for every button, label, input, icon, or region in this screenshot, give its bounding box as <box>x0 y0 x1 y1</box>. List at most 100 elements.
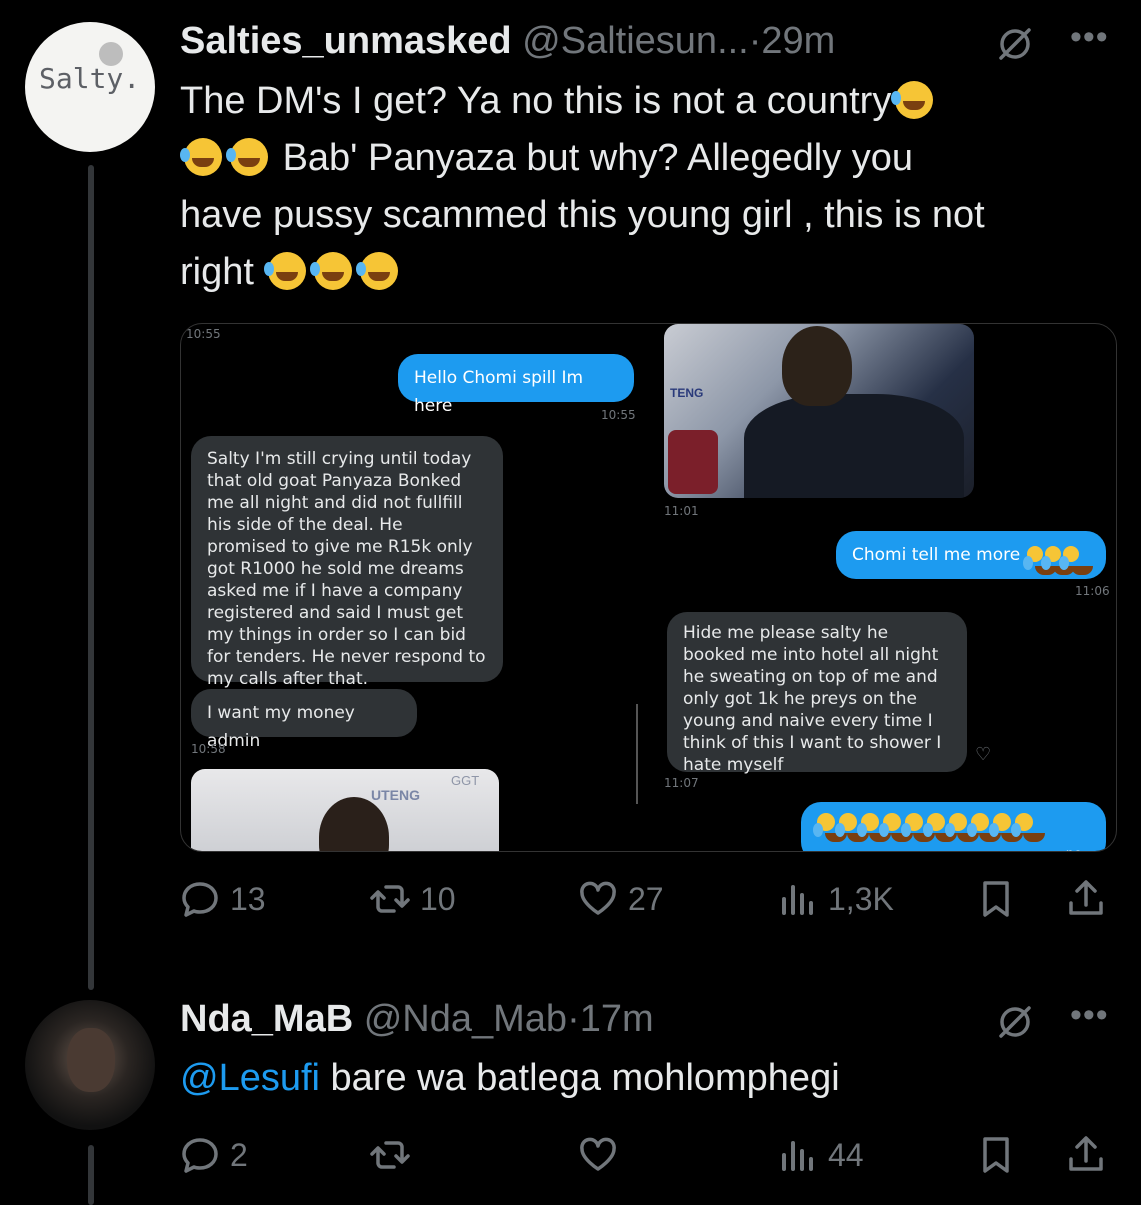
timestamp[interactable]: 29m <box>761 20 835 62</box>
views-count: 1,3K <box>828 880 894 917</box>
tweet-header: Salties_unmasked @Saltiesun...·29m <box>180 20 835 63</box>
reply-count: 2 <box>230 1136 248 1173</box>
dm-message-text: Chomi tell me more <box>852 545 1021 565</box>
flushed-emoji-icon <box>1058 546 1093 575</box>
rofl-emoji-icon <box>857 813 891 842</box>
photo-label: TENG <box>670 386 704 400</box>
tweet-actions: 2 44 <box>180 1133 1110 1177</box>
rofl-emoji-icon <box>923 813 957 842</box>
bookmark-button[interactable] <box>976 877 1016 921</box>
reply-icon <box>182 1138 218 1173</box>
photo-label: UTENG <box>371 787 420 803</box>
like-button[interactable] <box>578 1133 618 1177</box>
retweet-icon <box>370 1141 410 1169</box>
bookmark-button[interactable] <box>976 1133 1016 1177</box>
status-time: 10:55 <box>186 327 221 341</box>
more-icon[interactable]: ••• <box>1070 996 1109 1035</box>
rofl-emoji-icon <box>989 813 1023 842</box>
rofl-emoji-icon <box>180 138 222 176</box>
bookmark-icon <box>983 1137 1009 1173</box>
views-count: 44 <box>828 1136 864 1173</box>
photo-tag: GGT <box>451 773 480 788</box>
tweet-text: The DM's I get? Ya no this is not a coun… <box>180 73 1130 301</box>
share-button[interactable] <box>1066 1133 1106 1177</box>
dm-timestamp: 10:58 <box>191 742 226 756</box>
separator: · <box>567 998 580 1040</box>
reply-icon <box>182 882 218 917</box>
photo-suit <box>744 394 964 498</box>
retweet-icon <box>370 885 410 913</box>
rofl-emoji-icon <box>310 252 353 290</box>
react-icon[interactable]: ♡ <box>975 744 997 766</box>
share-icon <box>1069 880 1103 915</box>
rofl-emoji-icon <box>891 81 934 119</box>
share-button[interactable] <box>1066 877 1106 921</box>
rofl-emoji-icon <box>264 252 307 290</box>
dm-photo-politician: TENG <box>664 324 974 498</box>
tweet-media[interactable]: 10:55 Hello Chomi spill Im here 10:55 Sa… <box>180 323 1117 852</box>
photo-person <box>319 797 389 851</box>
views-icon <box>782 885 813 915</box>
tweet-text-line-1: The DM's I get? Ya no this is not a coun… <box>180 80 892 122</box>
dm-message-sent: Hello Chomi spill Im here <box>398 354 634 416</box>
more-icon[interactable]: ••• <box>1070 18 1109 57</box>
reply-button[interactable]: 13 <box>180 877 266 921</box>
like-button[interactable]: 27 <box>578 877 664 921</box>
views-button[interactable]: 1,3K <box>778 877 894 921</box>
flushed-emoji-icon <box>1022 546 1057 575</box>
user-handle[interactable]: @Nda_Mab <box>364 998 567 1040</box>
views-icon <box>782 1141 813 1171</box>
like-icon <box>580 1137 616 1171</box>
tweet-actions: 13 10 27 1,3K <box>180 877 1110 921</box>
scrollbar[interactable] <box>636 704 638 804</box>
tweet-header: Nda_MaB @Nda_Mab·17m <box>180 998 654 1041</box>
grok-icon[interactable] <box>995 1002 1035 1042</box>
dm-message-received: Hide me please salty he booked me into h… <box>667 612 967 775</box>
rofl-emoji-icon <box>356 252 399 290</box>
separator: · <box>748 20 762 62</box>
dm-timestamp: 11:01 <box>664 504 699 518</box>
dm-message-received: Salty I'm still crying until today that … <box>191 436 503 689</box>
tweet-text-line-4: right <box>180 251 254 293</box>
dm-message-received: I want my money admin <box>191 689 417 751</box>
retweet-count: 10 <box>420 880 456 917</box>
thread-line-top <box>88 165 94 990</box>
tweet-text-line-2: Bab' Panyaza but why? Allegedly you <box>282 137 914 179</box>
flushed-emoji-icon <box>1040 546 1075 575</box>
dm-photo: UTENG GGT <box>191 769 499 851</box>
display-name[interactable]: Salties_unmasked <box>180 20 512 62</box>
thread-line-bottom <box>88 1145 94 1205</box>
photo-person <box>782 326 852 406</box>
like-count: 27 <box>628 880 664 917</box>
rofl-emoji-icon <box>835 813 869 842</box>
reply-count: 13 <box>230 880 266 917</box>
views-button[interactable]: 44 <box>778 1133 864 1177</box>
tweet-text: @Lesufi bare wa batlega mohlomphegi <box>180 1050 840 1107</box>
dm-message-sent: Chomi tell me more <box>836 531 1106 579</box>
avatar[interactable] <box>25 1000 155 1130</box>
display-name[interactable]: Nda_MaB <box>180 998 353 1040</box>
dm-emoji-row <box>813 813 1045 842</box>
share-icon <box>1069 1136 1103 1171</box>
timestamp[interactable]: 17m <box>580 998 654 1040</box>
reply-button[interactable]: 2 <box>180 1133 248 1177</box>
microphone <box>668 430 718 494</box>
dm-timestamp: 10:55 <box>601 408 636 422</box>
tweet-text-body: bare wa batlega mohlomphegi <box>319 1057 840 1099</box>
dm-message-tail: no <box>1066 844 1082 851</box>
mention-link[interactable]: @Lesufi <box>180 1057 320 1099</box>
grok-icon[interactable] <box>995 24 1035 64</box>
avatar-logo-text: Salty. <box>39 62 141 95</box>
avatar[interactable]: Salty. <box>25 22 155 152</box>
dm-message-sent-emojis: no <box>801 802 1106 851</box>
dm-timestamp: 11:07 <box>664 776 699 790</box>
tweet-text-line-3: have pussy scammed this young girl , thi… <box>180 194 985 236</box>
rofl-emoji-icon <box>879 813 913 842</box>
retweet-button[interactable]: 10 <box>370 877 456 921</box>
user-handle[interactable]: @Saltiesun... <box>522 20 749 62</box>
retweet-button[interactable] <box>370 1133 410 1177</box>
rofl-emoji-icon <box>967 813 1001 842</box>
rofl-emoji-icon <box>901 813 935 842</box>
avatar-face <box>67 1028 115 1092</box>
rofl-emoji-icon <box>813 813 847 842</box>
